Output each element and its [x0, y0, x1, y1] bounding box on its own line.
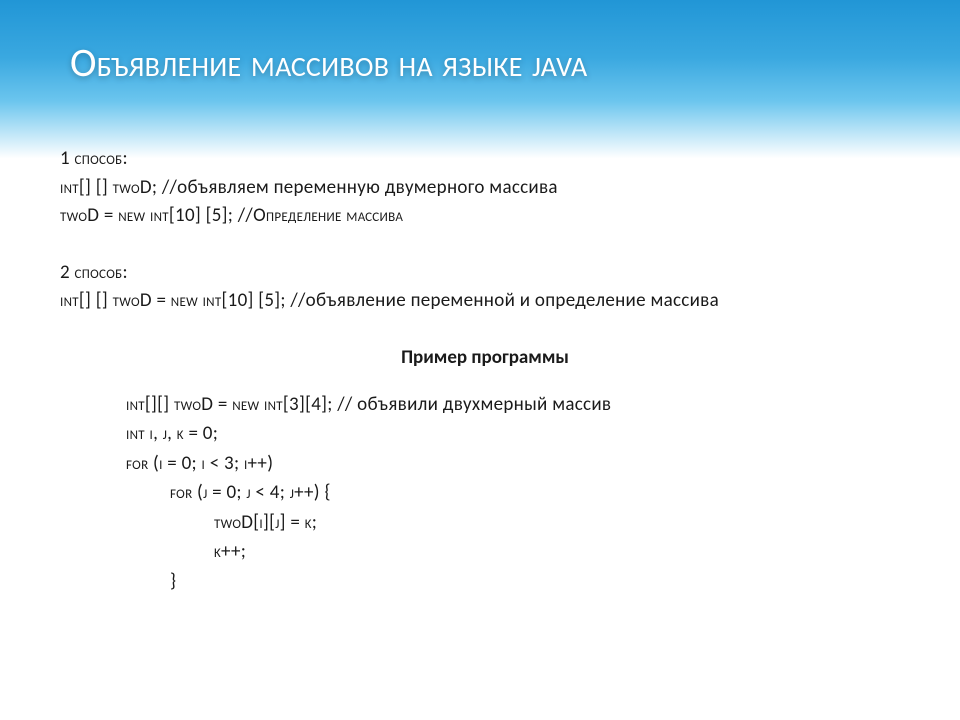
- code-text: int[] [] twoD;: [60, 176, 162, 199]
- code-line: int i, j, k = 0;: [126, 419, 910, 448]
- method-1-block: 1 способ: int[] [] twoD; //объявляем пер…: [60, 145, 910, 231]
- method-2-line-1: int[] [] twoD = new int[10] [5]; //объяв…: [60, 287, 910, 316]
- comment-text: // объявили двухмерный массив: [337, 393, 611, 416]
- slide-container: Объявление массивов на языке Java 1 спос…: [0, 0, 960, 720]
- code-text: int[] [] twoD = new int[10] [5];: [60, 289, 290, 312]
- code-line: k++;: [214, 537, 910, 566]
- code-line: }: [170, 567, 910, 596]
- slide-body: 1 способ: int[] [] twoD; //объявляем пер…: [60, 145, 910, 596]
- code-line: twoD[i][j] = k;: [214, 508, 910, 537]
- comment-text: //Определение массива: [238, 204, 403, 227]
- method-2-heading: 2 способ:: [60, 259, 910, 288]
- slide-title: Объявление массивов на языке Java: [70, 38, 920, 87]
- code-text: int[][] twoD = new int[3][4];: [126, 393, 337, 416]
- code-text: twoD = new int[10] [5];: [60, 204, 238, 227]
- example-title: Пример программы: [60, 344, 910, 373]
- code-line: for (i = 0; i < 3; i++): [126, 449, 910, 478]
- method-2-block: 2 способ: int[] [] twoD = new int[10] [5…: [60, 259, 910, 316]
- comment-text: //объявляем переменную двумерного массив…: [162, 176, 558, 199]
- method-1-line-2: twoD = new int[10] [5]; //Определение ма…: [60, 202, 910, 231]
- code-line: for (j = 0; j < 4; j++) {: [170, 478, 910, 507]
- method-1-line-1: int[] [] twoD; //объявляем переменную дв…: [60, 174, 910, 203]
- code-line: int[][] twoD = new int[3][4]; // объявил…: [126, 390, 910, 419]
- code-example: int[][] twoD = new int[3][4]; // объявил…: [126, 390, 910, 596]
- method-1-heading: 1 способ:: [60, 145, 910, 174]
- comment-text: //объявление переменной и определение ма…: [290, 289, 719, 312]
